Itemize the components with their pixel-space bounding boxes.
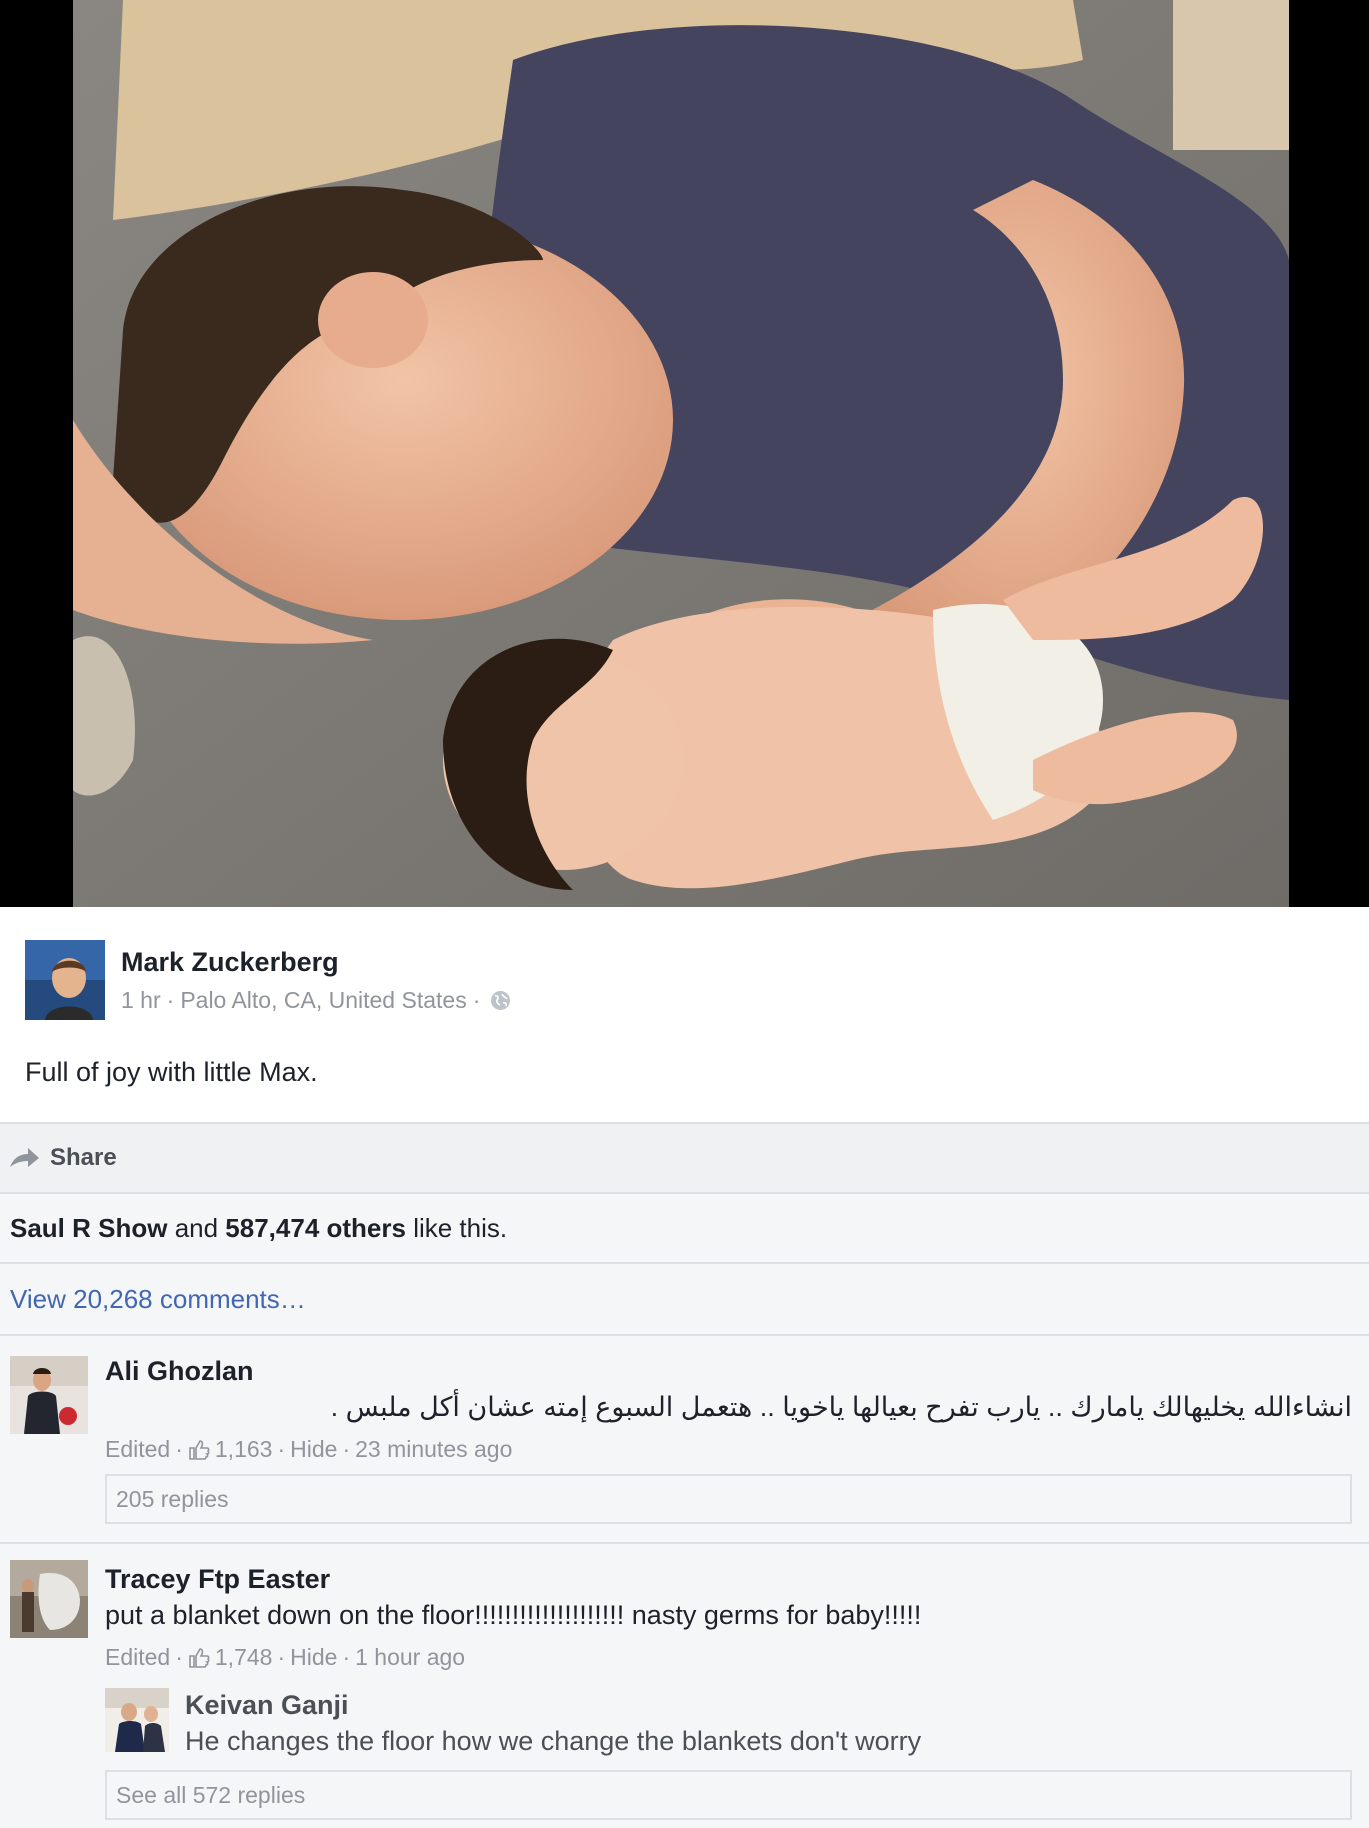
photo-illustration (73, 0, 1289, 907)
like-count: 1,163 (214, 1436, 273, 1462)
post-meta: 1 hr · Palo Alto, CA, United States · (121, 987, 511, 1014)
meta-separator: · (342, 1436, 351, 1462)
comment-text: انشاءالله يخليهالك يامارك .. يارب تفرح ب… (330, 1392, 1352, 1422)
reply-avatar[interactable] (105, 1688, 169, 1752)
comment-time[interactable]: 23 minutes ago (355, 1436, 512, 1463)
hide-link[interactable]: Hide (290, 1436, 337, 1463)
meta-separator: · (277, 1436, 286, 1462)
likes-and: and (167, 1212, 226, 1243)
likes-suffix: like this. (405, 1212, 508, 1243)
edited-label[interactable]: Edited (105, 1436, 170, 1463)
share-label: Share (50, 1144, 117, 1171)
comment-item: Tracey Ftp Easter put a blanket down on … (0, 1544, 1369, 1828)
hide-link[interactable]: Hide (290, 1644, 337, 1671)
comment-item: Ali Ghozlan انشاءالله يخليهالك يامارك ..… (0, 1336, 1369, 1542)
share-arrow-icon (10, 1148, 39, 1167)
meta-separator: · (175, 1436, 183, 1462)
comment-text: put a blanket down on the floor!!!!!!!!!… (105, 1600, 922, 1630)
view-comments-link[interactable]: View 20,268 comments… (0, 1264, 1369, 1336)
comment-meta: Edited · 1,163 · Hide · 23 minutes ago (105, 1436, 512, 1463)
thumbs-up-icon[interactable] (188, 1439, 210, 1461)
thumbs-up-icon[interactable] (188, 1647, 210, 1669)
commenter-name[interactable]: Tracey Ftp Easter (105, 1564, 330, 1595)
comment-meta: Edited · 1,748 · Hide · 1 hour ago (105, 1644, 465, 1671)
reply-text: He changes the floor how we change the b… (185, 1726, 922, 1756)
post-location[interactable]: Palo Alto, CA, United States (180, 987, 466, 1014)
first-liker-link[interactable]: Saul R Show (10, 1213, 167, 1244)
commenter-avatar-image (10, 1356, 88, 1434)
post-photo[interactable] (73, 0, 1289, 907)
post-author[interactable]: Mark Zuckerberg (121, 947, 339, 978)
globe-icon[interactable] (490, 990, 511, 1011)
meta-separator: · (342, 1644, 351, 1670)
edited-label[interactable]: Edited (105, 1644, 170, 1671)
meta-separator: · (277, 1644, 286, 1670)
reply-avatar-image (105, 1688, 169, 1752)
author-avatar-image (25, 940, 105, 1020)
post-text: Full of joy with little Max. (25, 1057, 318, 1087)
commenter-avatar[interactable] (10, 1560, 88, 1638)
like-count: 1,748 (214, 1644, 273, 1670)
commenter-avatar-image (10, 1560, 88, 1638)
avatar[interactable] (25, 940, 105, 1020)
meta-separator: · (472, 987, 481, 1013)
reply-author[interactable]: Keivan Ganji (185, 1690, 349, 1721)
post-card: Mark Zuckerberg 1 hr · Palo Alto, CA, Un… (0, 907, 1369, 1122)
post-time[interactable]: 1 hr (121, 987, 161, 1014)
others-link[interactable]: 587,474 others (225, 1213, 406, 1244)
share-button[interactable]: Share (0, 1122, 1369, 1194)
photo-frame (0, 0, 1369, 907)
likes-summary: Saul R Show and 587,474 others like this… (0, 1194, 1369, 1264)
commenter-avatar[interactable] (10, 1356, 88, 1434)
replies-button[interactable]: 205 replies (105, 1474, 1352, 1524)
commenter-name[interactable]: Ali Ghozlan (105, 1356, 254, 1387)
meta-separator: · (166, 987, 175, 1013)
meta-separator: · (175, 1644, 183, 1670)
see-all-replies-button[interactable]: See all 572 replies (105, 1770, 1352, 1820)
comment-time[interactable]: 1 hour ago (355, 1644, 465, 1671)
